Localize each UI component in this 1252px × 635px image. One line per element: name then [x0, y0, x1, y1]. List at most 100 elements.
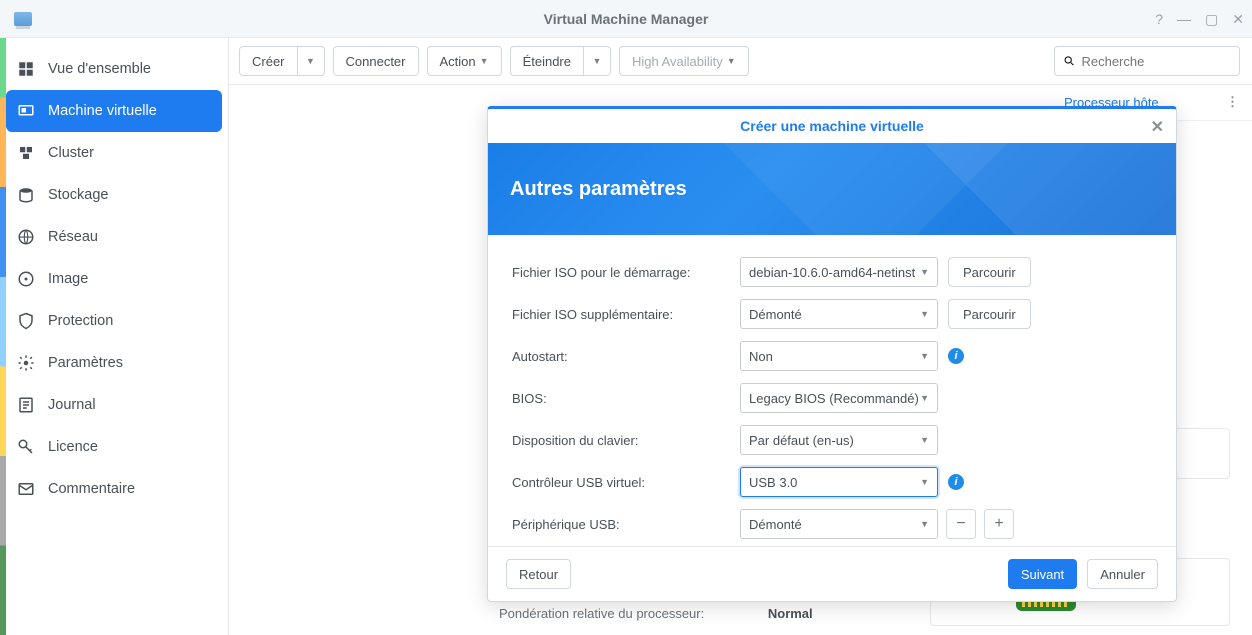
row-bios: BIOS: Legacy BIOS (Recommandé)▼ — [512, 383, 1152, 413]
minimize-icon[interactable]: — — [1177, 11, 1191, 27]
modal-footer: Retour Suivant Annuler — [488, 546, 1176, 601]
remove-usb-button[interactable]: − — [946, 509, 976, 539]
sidebar-item-label: Licence — [48, 439, 98, 455]
help-icon[interactable]: ? — [1155, 11, 1163, 27]
storage-icon — [16, 187, 36, 203]
chevron-down-icon: ▼ — [920, 351, 929, 361]
chevron-down-icon: ▼ — [593, 56, 602, 66]
maximize-icon[interactable]: ▢ — [1205, 11, 1218, 28]
create-vm-wizard: Créer une machine virtuelle ✕ Autres par… — [487, 106, 1177, 602]
more-icon[interactable]: ⋮ — [1226, 94, 1240, 110]
window-controls: ? — ▢ ✕ — [1155, 0, 1244, 38]
ha-button[interactable]: High Availability ▼ — [619, 46, 749, 76]
close-icon[interactable]: ✕ — [1232, 11, 1244, 28]
chevron-down-icon: ▼ — [727, 56, 736, 66]
sidebar-item-label: Stockage — [48, 187, 108, 203]
sidebar-item-label: Image — [48, 271, 88, 287]
modal-heading: Autres paramètres — [510, 178, 687, 201]
label-iso-boot: Fichier ISO pour le démarrage: — [512, 265, 740, 280]
row-iso-boot: Fichier ISO pour le démarrage: debian-10… — [512, 257, 1152, 287]
sidebar-item-label: Commentaire — [48, 481, 135, 497]
chevron-down-icon: ▼ — [920, 267, 929, 277]
select-keyboard[interactable]: Par défaut (en-us)▼ — [740, 425, 938, 455]
select-bios[interactable]: Legacy BIOS (Recommandé)▼ — [740, 383, 938, 413]
next-button[interactable]: Suivant — [1008, 559, 1077, 589]
sidebar-item-storage[interactable]: Stockage — [0, 174, 228, 216]
modal-body: Fichier ISO pour le démarrage: debian-10… — [488, 235, 1176, 546]
info-icon[interactable]: i — [948, 474, 964, 490]
select-usb-controller[interactable]: USB 3.0▼ — [740, 467, 938, 497]
sidebar-item-log[interactable]: Journal — [0, 384, 228, 426]
vm-icon — [16, 103, 36, 119]
titlebar: Virtual Machine Manager ? — ▢ ✕ — [0, 0, 1252, 38]
sidebar-item-protection[interactable]: Protection — [0, 300, 228, 342]
mail-icon — [16, 481, 36, 497]
chevron-down-icon: ▼ — [306, 56, 315, 66]
sidebar-item-label: Journal — [48, 397, 96, 413]
gear-icon — [16, 355, 36, 371]
sidebar-item-label: Cluster — [48, 145, 94, 161]
label-usb-controller: Contrôleur USB virtuel: — [512, 475, 740, 490]
sidebar-item-label: Paramètres — [48, 355, 123, 371]
connect-button[interactable]: Connecter — [333, 46, 419, 76]
shutdown-dropdown[interactable]: ▼ — [583, 46, 611, 76]
chevron-down-icon: ▼ — [920, 477, 929, 487]
sidebar-item-overview[interactable]: Vue d'ensemble — [0, 48, 228, 90]
sidebar-item-label: Protection — [48, 313, 113, 329]
search-input[interactable] — [1081, 54, 1231, 69]
chevron-down-icon: ▼ — [920, 309, 929, 319]
select-iso-extra[interactable]: Démonté▼ — [740, 299, 938, 329]
left-edge-strip — [0, 38, 6, 635]
chevron-down-icon: ▼ — [480, 56, 489, 66]
sidebar-item-settings[interactable]: Paramètres — [0, 342, 228, 384]
create-dropdown[interactable]: ▼ — [297, 46, 325, 76]
sidebar-item-vm[interactable]: Machine virtuelle — [6, 90, 222, 132]
create-button[interactable]: Créer — [239, 46, 297, 76]
toolbar: Créer ▼ Connecter Action ▼ Éteindre ▼ Hi… — [229, 38, 1252, 85]
window-title: Virtual Machine Manager — [0, 11, 1252, 27]
chevron-down-icon: ▼ — [920, 435, 929, 445]
cpu-weight-row: Pondération relative du processeur: Norm… — [499, 606, 813, 621]
sidebar-item-label: Vue d'ensemble — [48, 61, 151, 77]
content-area: Créer ▼ Connecter Action ▼ Éteindre ▼ Hi… — [229, 38, 1252, 635]
select-usb-device[interactable]: Démonté▼ — [740, 509, 938, 539]
dashboard-icon — [16, 61, 36, 77]
sidebar-item-license[interactable]: Licence — [0, 426, 228, 468]
info-icon[interactable]: i — [948, 348, 964, 364]
row-autostart: Autostart: Non▼ i — [512, 341, 1152, 371]
modal-title: Créer une machine virtuelle ✕ — [488, 109, 1176, 143]
cluster-icon — [16, 145, 36, 161]
back-button[interactable]: Retour — [506, 559, 571, 589]
action-button[interactable]: Action ▼ — [427, 46, 502, 76]
close-icon[interactable]: ✕ — [1151, 117, 1164, 137]
label-iso-extra: Fichier ISO supplémentaire: — [512, 307, 740, 322]
search-box[interactable] — [1054, 46, 1240, 76]
label-bios: BIOS: — [512, 391, 740, 406]
disc-icon — [16, 271, 36, 287]
log-icon — [16, 397, 36, 413]
key-icon — [16, 439, 36, 455]
shutdown-button[interactable]: Éteindre — [510, 46, 583, 76]
label-usb-device: Périphérique USB: — [512, 517, 740, 532]
search-icon — [1063, 54, 1075, 68]
ha-label: High Availability — [632, 54, 723, 69]
sidebar: Vue d'ensemble Machine virtuelle Cluster… — [0, 38, 229, 635]
sidebar-item-feedback[interactable]: Commentaire — [0, 468, 228, 510]
cancel-button[interactable]: Annuler — [1087, 559, 1158, 589]
row-usb-device: Périphérique USB: Démonté▼ − + — [512, 509, 1152, 539]
modal-banner: Autres paramètres — [488, 143, 1176, 235]
sidebar-item-image[interactable]: Image — [0, 258, 228, 300]
sidebar-item-cluster[interactable]: Cluster — [0, 132, 228, 174]
label-autostart: Autostart: — [512, 349, 740, 364]
sidebar-item-network[interactable]: Réseau — [0, 216, 228, 258]
row-iso-extra: Fichier ISO supplémentaire: Démonté▼ Par… — [512, 299, 1152, 329]
select-iso-boot[interactable]: debian-10.6.0-amd64-netinst▼ — [740, 257, 938, 287]
select-autostart[interactable]: Non▼ — [740, 341, 938, 371]
browse-iso-extra[interactable]: Parcourir — [948, 299, 1031, 329]
row-keyboard: Disposition du clavier: Par défaut (en-u… — [512, 425, 1152, 455]
chevron-down-icon: ▼ — [920, 519, 929, 529]
browse-iso-boot[interactable]: Parcourir — [948, 257, 1031, 287]
shield-icon — [16, 313, 36, 329]
sidebar-item-label: Réseau — [48, 229, 98, 245]
add-usb-button[interactable]: + — [984, 509, 1014, 539]
